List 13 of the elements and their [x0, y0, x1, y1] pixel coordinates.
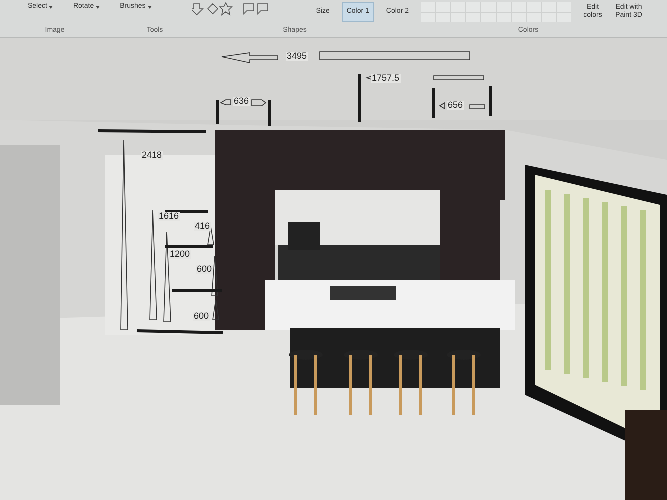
- caret-icon: [148, 6, 152, 9]
- dimension-label: 600: [196, 265, 214, 274]
- dimension-label: 2418: [141, 151, 164, 160]
- dimension-label: 416: [194, 222, 212, 231]
- dimension-label: 1757.5: [371, 74, 401, 83]
- dimension-label: 600: [193, 312, 210, 321]
- caret-icon: [49, 6, 54, 9]
- dimension-label: 656: [447, 101, 464, 110]
- caret-icon: [96, 6, 100, 9]
- dimension-label: 636: [233, 97, 250, 106]
- dimension-label: 3495: [286, 52, 308, 61]
- dimension-label: 1200: [169, 250, 192, 259]
- dimension-label: 1616: [158, 212, 180, 221]
